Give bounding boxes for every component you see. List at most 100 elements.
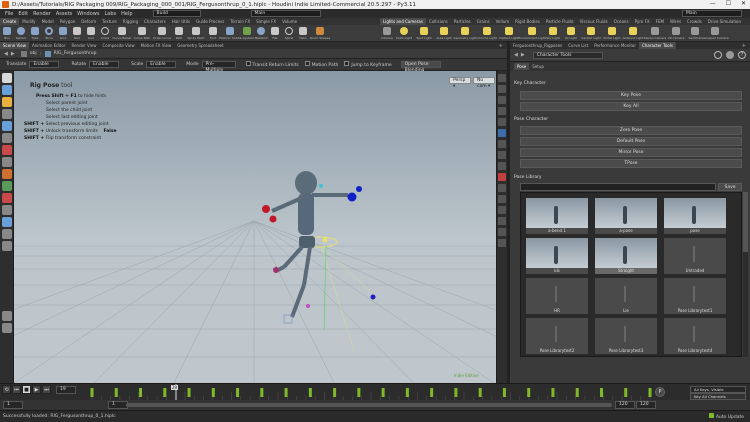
snapshot-icon[interactable] — [498, 184, 506, 192]
persp-menu[interactable]: Persp ▾ — [449, 77, 471, 89]
geometry-tool-icon[interactable] — [2, 181, 12, 191]
safe-area-icon[interactable] — [498, 217, 506, 225]
forward-arrow-icon[interactable]: ▶ — [521, 52, 525, 58]
tool-path[interactable]: Path — [172, 25, 186, 42]
tpose-button[interactable]: TPose — [520, 159, 742, 168]
pose-card[interactable]: Lie — [594, 277, 658, 315]
pose-library-scrollbar[interactable] — [743, 192, 748, 357]
background-icon[interactable] — [498, 206, 506, 214]
shading-icon[interactable] — [498, 96, 506, 104]
pose-card[interactable]: HR — [525, 277, 589, 315]
minimize-button[interactable]: — — [710, 0, 716, 9]
path-root[interactable]: obj — [30, 51, 37, 56]
gear-icon[interactable] — [726, 51, 734, 59]
panel-path-field[interactable]: Character Tools — [532, 51, 603, 59]
rotate-dropdown[interactable]: Enable — [89, 61, 120, 68]
menu-assets[interactable]: Assets — [56, 11, 72, 17]
tool-curve-path[interactable]: Curve Path — [132, 25, 152, 42]
tool-spray-paint[interactable]: Spray Paint — [186, 25, 206, 42]
tool-curve-bezier[interactable]: Curve Bezier — [112, 25, 132, 42]
pose-card[interactable]: Straight — [594, 237, 658, 275]
keyframe-marker[interactable] — [308, 388, 312, 397]
tab-geometry-spreadsheet[interactable]: Geometry Spreadsheet — [174, 42, 226, 49]
record-icon[interactable] — [498, 173, 506, 181]
keyframe-marker[interactable] — [357, 388, 361, 397]
tool-distant-light[interactable]: Distant Light — [498, 25, 520, 42]
keyframe-marker[interactable] — [648, 388, 652, 397]
keyframe-marker[interactable] — [502, 388, 506, 397]
tool-vr-camera[interactable]: VR Camera — [666, 25, 686, 42]
template-icon[interactable] — [498, 162, 506, 170]
scrollbar-thumb[interactable] — [743, 192, 748, 252]
menu-labs[interactable]: Labs — [104, 11, 116, 17]
tool-portal-light[interactable]: Portal Light — [602, 25, 622, 42]
jump-end-icon[interactable]: ⏭ — [42, 385, 51, 394]
transit-return-limits-toggle[interactable]: Transit Return Limits — [245, 61, 299, 68]
tool-font[interactable]: Font — [206, 25, 220, 42]
keyframe-marker[interactable] — [527, 388, 531, 397]
tool-metaball[interactable]: Metaball — [254, 25, 268, 42]
tool-box[interactable]: Box — [0, 25, 14, 42]
keyframe-marker[interactable] — [211, 388, 215, 397]
keyframe-marker[interactable] — [236, 388, 240, 397]
tab-animation-editor[interactable]: Animation Editor — [29, 42, 69, 49]
flipbook-icon[interactable] — [498, 195, 506, 203]
jump-to-keyframe-toggle[interactable]: Jump to Keyframe — [344, 61, 392, 68]
keyframe-marker[interactable] — [624, 388, 628, 397]
open-pose-blending-button[interactable]: Open Pose Blending — [400, 61, 441, 73]
keyframe-marker[interactable] — [430, 388, 434, 397]
back-arrow-icon[interactable]: ◀ — [514, 52, 518, 58]
guides-icon[interactable] — [498, 140, 506, 148]
camera-menu[interactable]: No cam ▾ — [473, 77, 495, 89]
keyframe-marker[interactable] — [139, 388, 143, 397]
tool-torus[interactable]: Torus — [42, 25, 56, 42]
render-tool-icon[interactable] — [2, 229, 12, 239]
tool-environment-light[interactable]: Environment Light — [518, 25, 546, 42]
tool-sky-light[interactable]: Sky Light — [544, 25, 562, 42]
tool-volume-light[interactable]: Volume Light — [476, 25, 498, 42]
pose-brush-icon[interactable] — [2, 145, 12, 155]
tab-motion-fx-view[interactable]: Motion FX View — [138, 42, 175, 49]
key-all-button[interactable]: Key All — [520, 102, 742, 111]
tab-character-tools[interactable]: Character Tools — [639, 42, 676, 49]
pose-card[interactable]: Pose Librarytest4 — [663, 317, 727, 355]
display-tool-icon[interactable] — [2, 241, 12, 251]
save-pose-button[interactable]: Save — [718, 183, 742, 191]
menu-file[interactable]: File — [5, 11, 13, 17]
tool-helix[interactable]: Helix — [296, 25, 310, 42]
mirror-pose-button[interactable]: Mirror Pose — [520, 148, 742, 157]
tool-gamepad-camera[interactable]: Gamepad Camera — [701, 25, 729, 42]
tab-composite-view[interactable]: Composite View — [100, 42, 138, 49]
jump-start-icon[interactable]: ⏮ — [12, 385, 21, 394]
keyframe-marker[interactable] — [551, 388, 555, 397]
build-selector[interactable]: Build — [152, 10, 201, 17]
tool-ambient-light[interactable]: Ambient Light — [622, 25, 644, 42]
tool-grid[interactable]: Grid — [56, 25, 70, 42]
tool-gi-light[interactable]: GI Light — [562, 25, 580, 42]
tool-point-light[interactable]: Point Light — [394, 25, 414, 42]
forward-arrow-icon[interactable]: ▶ — [11, 51, 15, 57]
wireframe-icon[interactable] — [498, 107, 506, 115]
rotate-tool-icon[interactable] — [2, 121, 12, 131]
tool-spot-light[interactable]: Spot Light — [414, 25, 434, 42]
key-channels-dropdown[interactable]: Key All Channels — [690, 393, 746, 400]
camera-lock-icon[interactable] — [498, 239, 506, 247]
tool-sphere[interactable]: Sphere — [14, 25, 28, 42]
menu-edit[interactable]: Edit — [18, 11, 28, 17]
tool-geometry-light[interactable]: Geometry Light — [453, 25, 477, 42]
close-button[interactable]: ✕ — [741, 0, 746, 9]
motion-path-toggle[interactable]: Motion Path — [304, 61, 338, 68]
key-pose-button[interactable]: Key Pose — [520, 91, 742, 100]
start-frame-field[interactable]: 1 — [108, 401, 128, 409]
end-frame-field[interactable]: 120 — [615, 401, 635, 409]
tool-area-light[interactable]: Area Light — [434, 25, 454, 42]
current-frame-field[interactable]: 19 — [56, 385, 76, 394]
tool-platonic-solids[interactable]: Platonic Solids — [219, 25, 241, 42]
lighting-icon[interactable] — [498, 85, 506, 93]
key-button[interactable]: P — [655, 387, 665, 397]
tool-null[interactable]: Null — [70, 25, 84, 42]
translate-dropdown[interactable]: Enable — [29, 61, 60, 68]
menu-render[interactable]: Render — [33, 11, 51, 17]
keyframe-marker[interactable] — [454, 388, 458, 397]
keyframe-marker[interactable] — [163, 388, 167, 397]
